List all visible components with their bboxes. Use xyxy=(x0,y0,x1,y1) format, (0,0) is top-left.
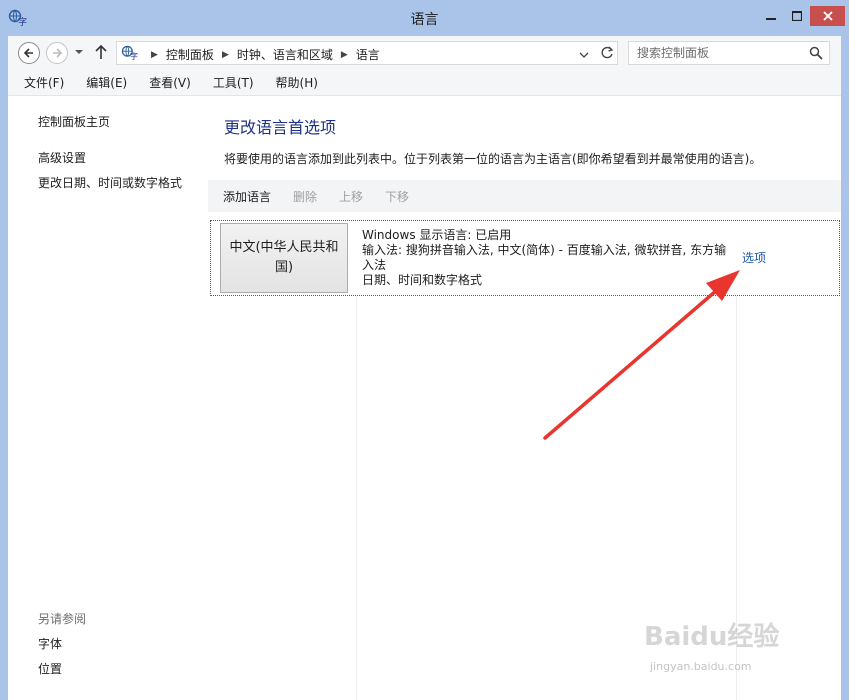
language-name-button[interactable]: 中文(中华人民共和国) xyxy=(220,223,348,293)
menu-tools[interactable]: 工具(T) xyxy=(209,72,258,93)
forward-button[interactable] xyxy=(46,42,68,64)
language-row[interactable]: 中文(中华人民共和国) Windows 显示语言: 已启用 输入法: 搜狗拼音输… xyxy=(210,220,840,296)
minimize-button[interactable] xyxy=(758,6,784,26)
breadcrumb-language[interactable]: 语言 xyxy=(356,46,380,63)
see-also-location[interactable]: 位置 xyxy=(38,660,62,677)
close-icon xyxy=(822,11,833,21)
breadcrumb-clock-language-region[interactable]: 时钟、语言和区域 xyxy=(237,46,333,63)
maximize-icon xyxy=(792,11,802,21)
navigation-bar: 字 ▶ 控制面板 ▶ 时钟、语言和区域 ▶ 语言 xyxy=(8,36,841,70)
breadcrumb-separator-icon[interactable]: ▶ xyxy=(151,50,158,60)
sidebar-control-panel-home[interactable]: 控制面板主页 xyxy=(38,113,110,130)
close-button[interactable] xyxy=(810,6,845,26)
display-language-status: Windows 显示语言: 已启用 xyxy=(362,228,512,242)
arrow-left-icon xyxy=(23,48,33,58)
menu-help[interactable]: 帮助(H) xyxy=(272,72,322,93)
menu-file[interactable]: 文件(F) xyxy=(20,72,68,93)
baidu-watermark: Baidu经验 jingyan.baidu.com xyxy=(636,612,806,687)
sidebar-change-date-time-format[interactable]: 更改日期、时间或数字格式 xyxy=(38,174,182,191)
watermark-url: jingyan.baidu.com xyxy=(650,660,752,673)
search-icon[interactable] xyxy=(809,46,823,60)
menu-bar: 文件(F) 编辑(E) 查看(V) 工具(T) 帮助(H) xyxy=(8,70,841,96)
input-methods: 输入法: 搜狗拼音输入法, 中文(简体) - 百度输入法, 微软拼音, 东方输入… xyxy=(362,243,727,272)
title-bar: 字 语言 xyxy=(0,0,849,36)
options-link[interactable]: 选项 xyxy=(742,249,766,266)
page-description: 将要使用的语言添加到此列表中。位于列表第一位的语言为主语言(即你希望看到并最常使… xyxy=(224,152,762,166)
window-client: 字 ▶ 控制面板 ▶ 时钟、语言和区域 ▶ 语言 搜索控制面板 文件(F) 编辑… xyxy=(8,36,841,700)
search-input[interactable] xyxy=(629,42,805,64)
chevron-down-icon xyxy=(579,52,589,58)
svg-text:字: 字 xyxy=(130,51,138,61)
back-button[interactable] xyxy=(18,42,40,64)
language-details: Windows 显示语言: 已启用 输入法: 搜狗拼音输入法, 中文(简体) -… xyxy=(362,228,732,288)
refresh-button[interactable] xyxy=(599,45,615,64)
move-down-button[interactable]: 下移 xyxy=(385,188,409,205)
move-up-button[interactable]: 上移 xyxy=(339,188,363,205)
remove-button[interactable]: 删除 xyxy=(293,188,317,205)
menu-view[interactable]: 查看(V) xyxy=(145,72,195,93)
main-panel: 更改语言首选项 将要使用的语言添加到此列表中。位于列表第一位的语言为主语言(即你… xyxy=(208,96,841,700)
menu-edit[interactable]: 编辑(E) xyxy=(82,72,131,93)
breadcrumb-separator-icon[interactable]: ▶ xyxy=(222,50,229,60)
breadcrumb-separator-icon[interactable]: ▶ xyxy=(341,50,348,60)
breadcrumb-control-panel[interactable]: 控制面板 xyxy=(166,46,214,63)
see-also-fonts[interactable]: 字体 xyxy=(38,635,62,652)
address-bar[interactable]: 字 ▶ 控制面板 ▶ 时钟、语言和区域 ▶ 语言 xyxy=(116,41,618,65)
chevron-down-icon xyxy=(75,50,83,54)
address-history-button[interactable] xyxy=(579,49,589,63)
language-toolbar: 添加语言 删除 上移 下移 xyxy=(208,180,841,212)
page-title: 更改语言首选项 xyxy=(224,118,337,137)
refresh-icon xyxy=(601,46,614,59)
see-also-heading: 另请参阅 xyxy=(38,612,87,626)
minimize-icon xyxy=(766,18,776,20)
recent-locations-button[interactable] xyxy=(74,46,84,60)
arrow-right-icon xyxy=(53,48,63,58)
maximize-button[interactable] xyxy=(784,6,810,26)
sidebar-advanced-settings[interactable]: 高级设置 xyxy=(38,149,86,166)
search-box[interactable] xyxy=(628,41,830,65)
breadcrumb: ▶ 控制面板 ▶ 时钟、语言和区域 ▶ 语言 xyxy=(143,46,380,63)
add-language-button[interactable]: 添加语言 xyxy=(223,188,271,205)
window: 字 语言 字 ▶ 控制面板 ▶ 时钟、语言和区域 ▶ 语言 搜索控制面板 文件(… xyxy=(0,0,849,700)
watermark-logo: Baidu经验 xyxy=(644,622,780,652)
sidebar: 控制面板主页 高级设置 更改日期、时间或数字格式 另请参阅 字体 位置 xyxy=(8,96,208,700)
up-button[interactable] xyxy=(94,44,108,63)
date-time-format: 日期、时间和数字格式 xyxy=(362,273,483,287)
arrow-up-icon xyxy=(95,44,107,59)
window-title: 语言 xyxy=(410,12,439,28)
language-icon: 字 xyxy=(121,45,138,61)
